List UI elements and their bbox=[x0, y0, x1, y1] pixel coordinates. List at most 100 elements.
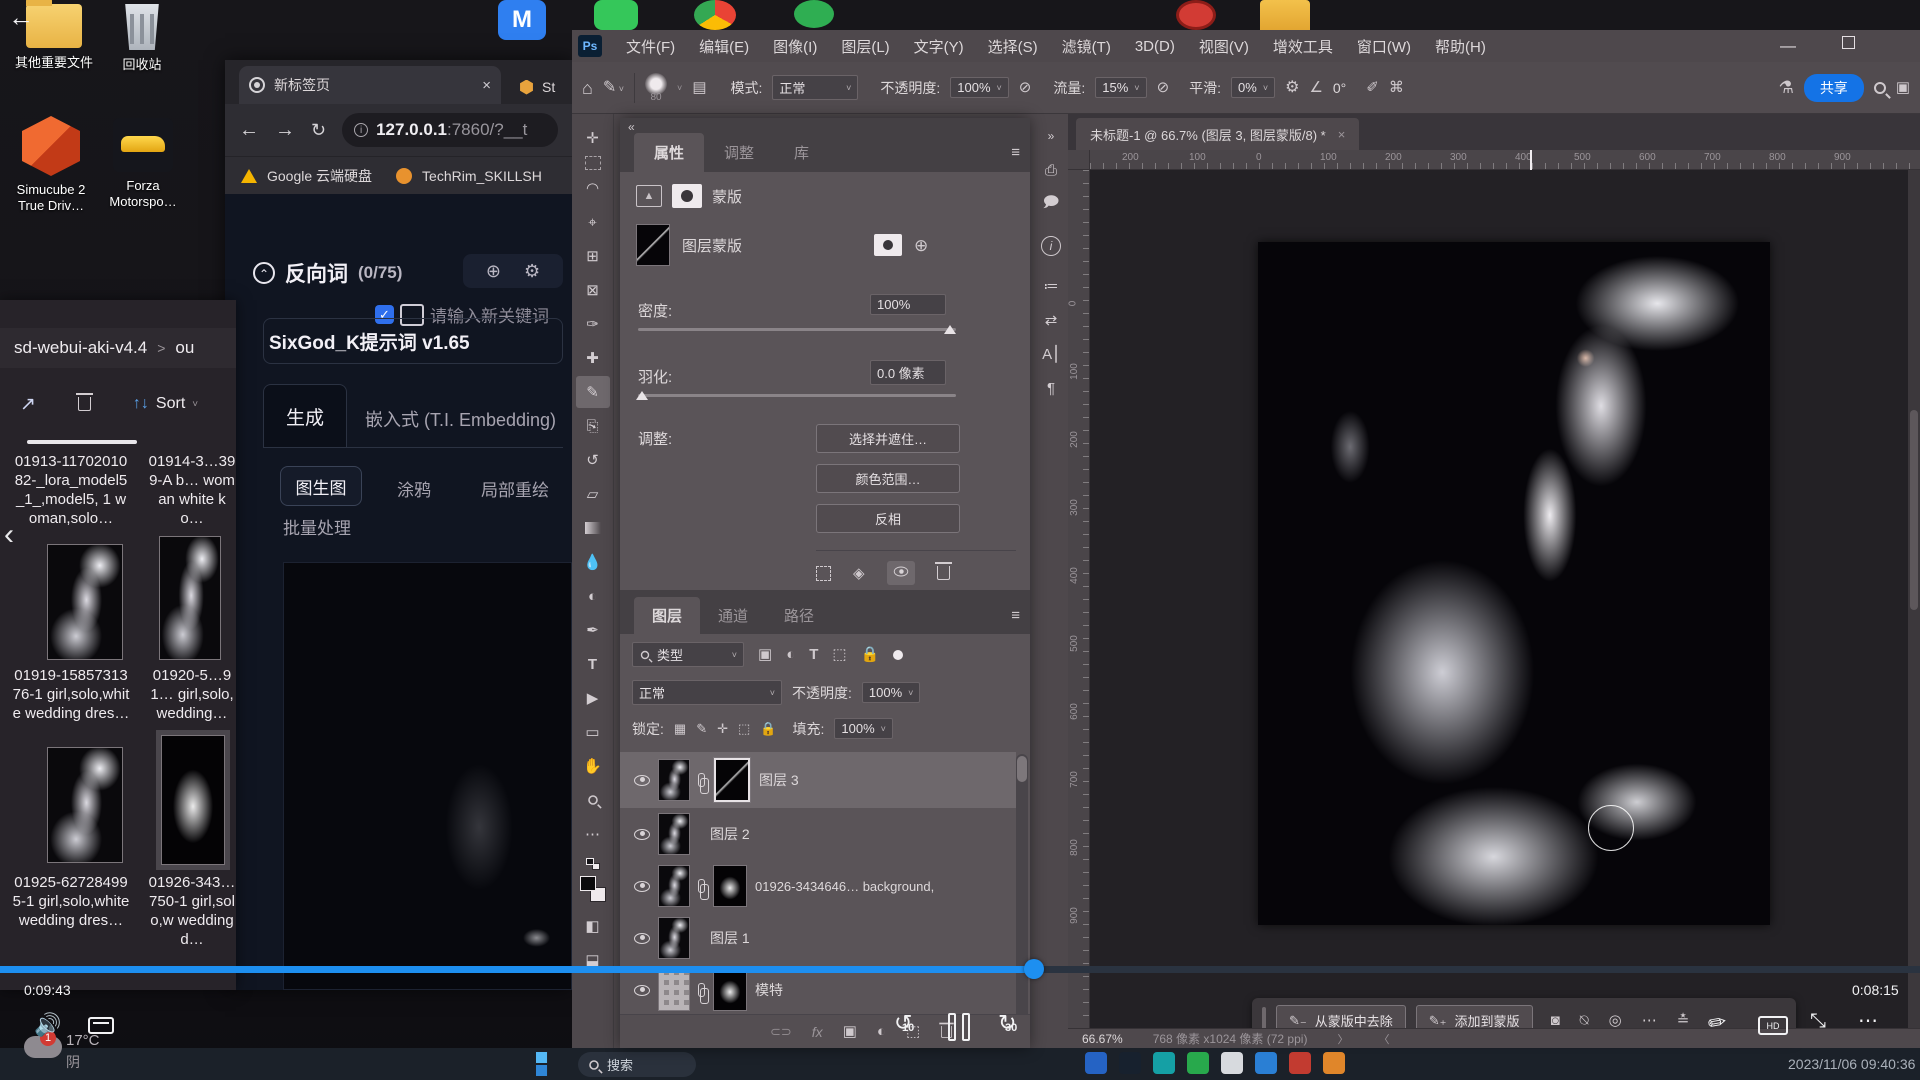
filter-smart-icon[interactable]: 🔒 bbox=[861, 647, 880, 662]
home-icon[interactable]: ⌂ bbox=[582, 79, 593, 97]
layer-name[interactable]: 01926-3434646… background, bbox=[755, 879, 934, 894]
add-mask-icon[interactable]: ▣ bbox=[843, 1024, 857, 1039]
layer-row[interactable]: 图层 1 bbox=[620, 912, 1016, 964]
menu-layer[interactable]: 图层(L) bbox=[829, 36, 901, 57]
object-selection-tool[interactable]: ⌖ bbox=[576, 206, 610, 238]
menu-3d[interactable]: 3D(D) bbox=[1123, 38, 1187, 55]
window-maximize-button[interactable] bbox=[1842, 36, 1855, 49]
chevron-down-icon[interactable]: ˅ bbox=[677, 83, 682, 93]
taskbar-app-icons[interactable] bbox=[1085, 1052, 1345, 1074]
crop-tool[interactable]: ⊞ bbox=[576, 240, 610, 272]
layer-mask-thumbnail[interactable] bbox=[713, 865, 747, 907]
layer-row-selected[interactable]: 图层 3 bbox=[620, 752, 1016, 808]
layer-name[interactable]: 图层 2 bbox=[710, 824, 750, 844]
lasso-tool[interactable]: ◠ bbox=[576, 172, 610, 204]
path-selection-tool[interactable]: ▶ bbox=[576, 682, 610, 714]
layer-mask-thumbnail[interactable] bbox=[636, 224, 670, 266]
visibility-eye-icon[interactable] bbox=[634, 933, 650, 944]
taskbar-search[interactable]: 搜索 bbox=[578, 1052, 696, 1077]
document-tab[interactable]: 未标题-1 @ 66.7% (图层 3, 图层蒙版/8) * × bbox=[1076, 118, 1359, 150]
subtitle-icon[interactable] bbox=[88, 1017, 114, 1034]
swap-panel-icon[interactable]: ⇄ bbox=[1036, 304, 1066, 336]
breadcrumb-root[interactable]: sd-webui-aki-v4.4 bbox=[14, 338, 147, 358]
quick-mask-icon[interactable]: ◧ bbox=[576, 910, 610, 942]
video-progress-track[interactable] bbox=[0, 966, 1920, 973]
panel-menu-icon[interactable]: ≡ bbox=[1011, 608, 1020, 623]
eyedropper-tool[interactable]: ✑ bbox=[576, 308, 610, 340]
eraser-tool[interactable]: ▱ bbox=[576, 478, 610, 510]
pressure-size-icon[interactable]: ✐ bbox=[1366, 80, 1379, 95]
select-mask-icon[interactable] bbox=[874, 234, 902, 256]
layer-row[interactable]: 图层 2 bbox=[620, 808, 1016, 860]
link-layers-icon[interactable]: ⊂⊃ bbox=[770, 1025, 792, 1038]
tab-paths[interactable]: 路径 bbox=[766, 597, 832, 634]
type-tool[interactable]: T bbox=[576, 648, 610, 680]
density-value[interactable]: 100% bbox=[870, 294, 946, 315]
skip-back-10-button[interactable]: ↻ 10 bbox=[894, 1012, 924, 1042]
frame-tool[interactable]: ⊠ bbox=[576, 274, 610, 306]
canvas-document[interactable] bbox=[1258, 242, 1770, 925]
subtab-sketch[interactable]: 涂鸦 bbox=[397, 476, 431, 501]
visibility-eye-icon[interactable] bbox=[634, 985, 650, 996]
tool-preset-brush-icon[interactable]: ✎ ˅ bbox=[603, 80, 624, 96]
canvas-vscrollbar[interactable] bbox=[1908, 170, 1920, 1028]
sort-control[interactable]: ↑↓ Sort ˅ bbox=[133, 395, 198, 413]
brush-tool[interactable]: ✎ bbox=[576, 376, 610, 408]
smooth-select[interactable]: 0%˅ bbox=[1231, 77, 1275, 98]
app-icon-green[interactable] bbox=[594, 0, 638, 30]
app-icon-red-circle[interactable] bbox=[1176, 0, 1216, 30]
globe-icon[interactable]: ⊕ bbox=[486, 262, 501, 280]
beta-flask-icon[interactable]: ⚗ bbox=[1779, 79, 1794, 96]
layers-scrollbar[interactable] bbox=[1016, 754, 1028, 1046]
menu-window[interactable]: 窗口(W) bbox=[1345, 36, 1423, 57]
brush-settings-panel-icon[interactable]: ▤ bbox=[692, 80, 706, 95]
blur-tool[interactable]: 💧 bbox=[576, 546, 610, 578]
subtab-inpaint[interactable]: 局部重绘 bbox=[481, 476, 549, 501]
hand-tool[interactable]: ✋ bbox=[576, 750, 610, 782]
tab-adjustments[interactable]: 调整 bbox=[704, 133, 774, 172]
gear-icon[interactable]: ⚙ bbox=[524, 262, 540, 280]
search-icon[interactable] bbox=[1874, 82, 1886, 94]
select-subject-icon[interactable]: ◙ bbox=[1551, 1013, 1560, 1028]
status-arrow-left-icon[interactable]: 〈 bbox=[1378, 1031, 1389, 1047]
layer-mask-thumbnail[interactable] bbox=[713, 757, 751, 803]
layer-thumbnail[interactable] bbox=[658, 969, 690, 1011]
site-info-icon[interactable]: i bbox=[354, 123, 368, 137]
history-brush-tool[interactable]: ↺ bbox=[576, 444, 610, 476]
lock-position-icon[interactable]: ✛ bbox=[717, 722, 728, 735]
zoom-level[interactable]: 66.67% bbox=[1082, 1032, 1123, 1046]
visibility-eye-icon[interactable] bbox=[634, 775, 650, 786]
filter-adjustment-icon[interactable]: ◐ bbox=[786, 647, 795, 662]
load-selection-icon[interactable] bbox=[816, 566, 831, 581]
player-more-icon[interactable]: ⋯ bbox=[1858, 1008, 1881, 1033]
canvas-pasteboard[interactable]: ✎₋从蒙版中去除 ✎₊添加到蒙版 ◙ ⍉ ◎ ⋯ ≛ bbox=[1090, 170, 1908, 1028]
expand-panels-icon[interactable]: » bbox=[1036, 120, 1066, 152]
file-thumbnail[interactable] bbox=[47, 747, 123, 863]
file-thumbnail[interactable] bbox=[159, 536, 221, 660]
bookmark-gdrive[interactable]: Google 云端硬盘 bbox=[267, 166, 372, 186]
clone-stamp-tool[interactable]: ⎘ bbox=[576, 410, 610, 442]
forward-icon[interactable]: → bbox=[275, 120, 295, 140]
more-options-icon[interactable]: ⋯ bbox=[1642, 1013, 1657, 1028]
brush-settings-panel-icon[interactable]: ≔ bbox=[1036, 270, 1066, 302]
subtab-batch[interactable]: 批量处理 bbox=[283, 514, 351, 539]
window-minimize-button[interactable]: — bbox=[1780, 38, 1796, 56]
browser-tab-newtab[interactable]: 新标签页 × bbox=[239, 66, 501, 104]
share-icon[interactable]: ↗ bbox=[20, 395, 36, 414]
adjustment-layer-icon[interactable]: ◐ bbox=[877, 1024, 886, 1039]
app-icon-chrome[interactable] bbox=[694, 0, 736, 30]
healing-brush-tool[interactable]: ✚ bbox=[576, 342, 610, 374]
menu-filter[interactable]: 滤镜(T) bbox=[1050, 36, 1123, 57]
url-bar[interactable]: i 127.0.0.1:7860/?__t bbox=[342, 113, 558, 147]
subtab-img2img[interactable]: 图生图 bbox=[280, 466, 362, 506]
tab-channels[interactable]: 通道 bbox=[700, 597, 766, 634]
layer-thumbnail[interactable] bbox=[658, 917, 690, 959]
workspace-icon[interactable]: ▣ bbox=[1896, 80, 1910, 95]
symmetry-icon[interactable]: ⌘ bbox=[1389, 80, 1404, 95]
mode-select[interactable]: 正常˅ bbox=[772, 75, 858, 100]
angle-value[interactable]: 0° bbox=[1333, 80, 1346, 96]
file-thumbnail[interactable] bbox=[47, 544, 123, 660]
layer-thumbnail[interactable] bbox=[658, 759, 690, 801]
video-progress-handle[interactable] bbox=[1024, 959, 1044, 979]
volume-icon[interactable]: 🔊 bbox=[34, 1012, 61, 1038]
